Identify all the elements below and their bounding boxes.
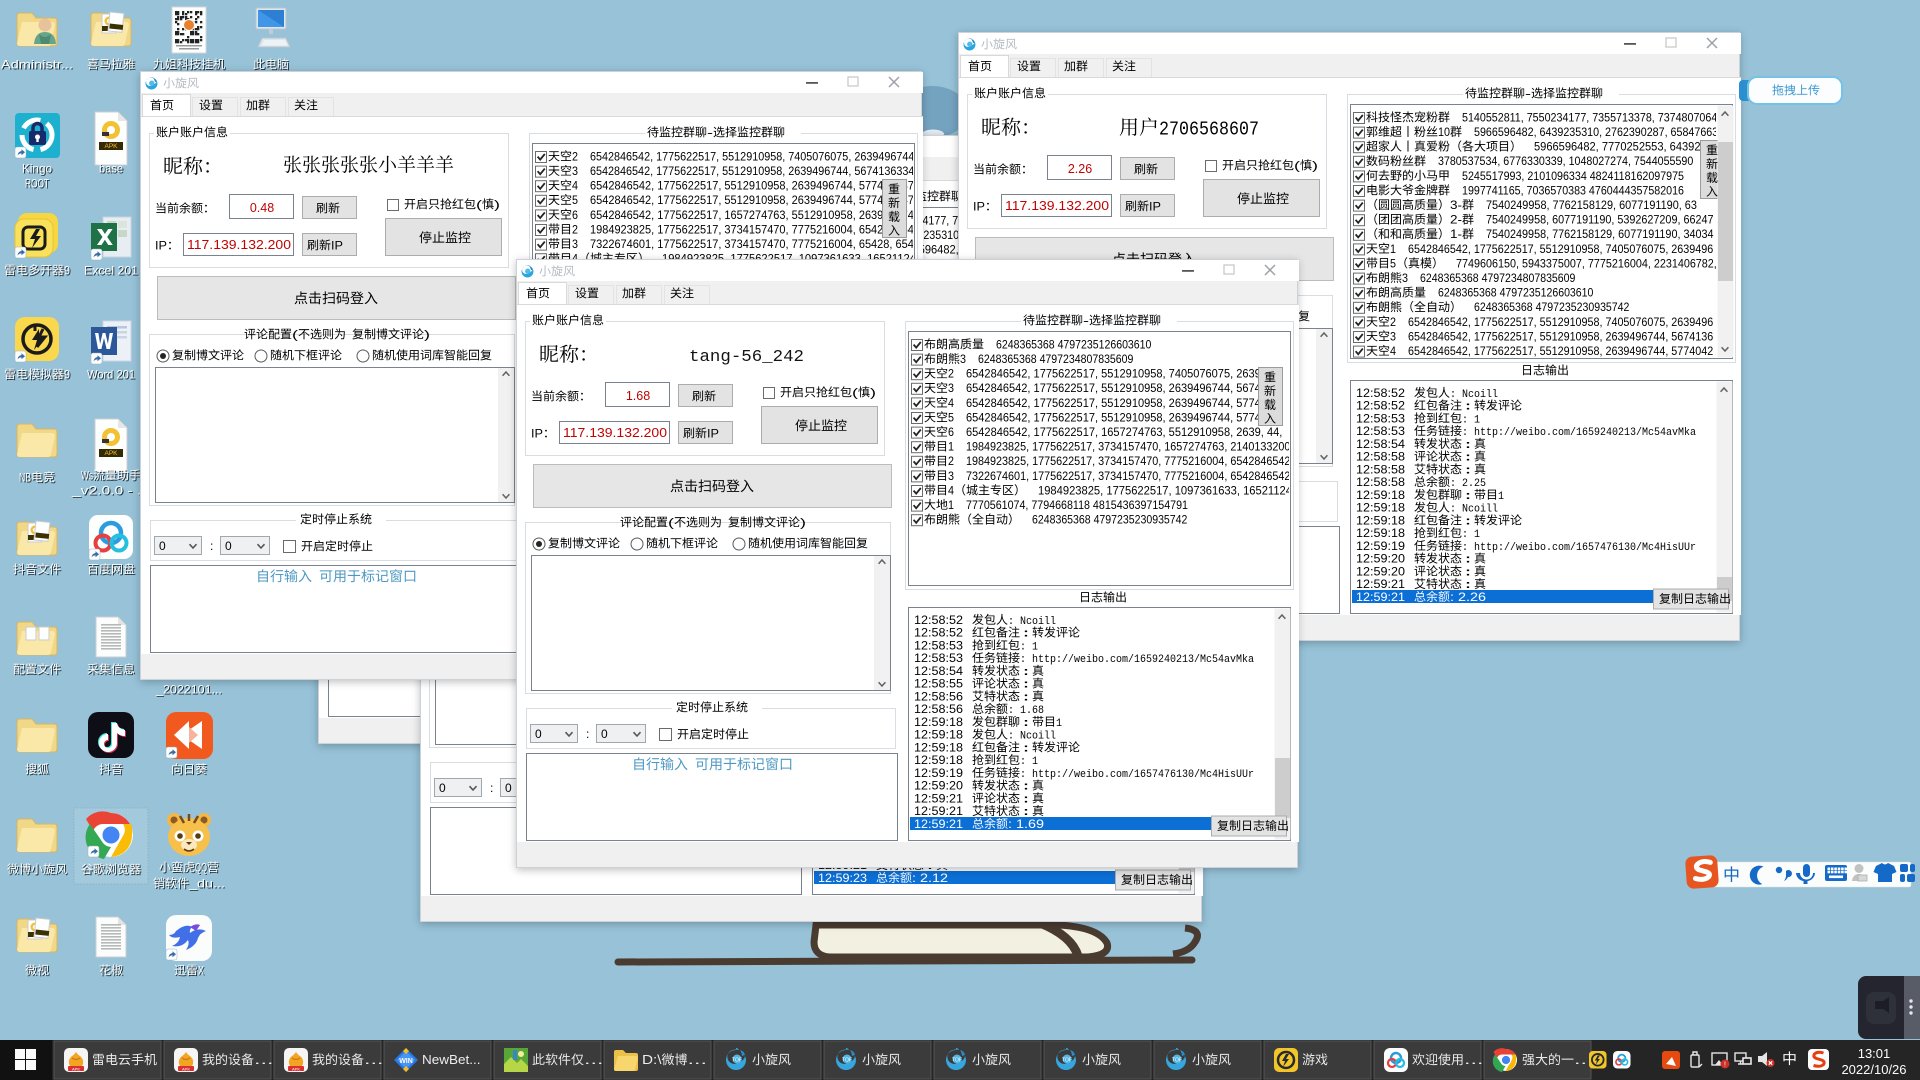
svg-text:APK: APK [182,1067,190,1072]
svg-text:...: ... [364,1052,384,1067]
svg-text:TOF: TOF [1172,1058,1182,1064]
svg-text:APK: APK [72,1067,80,1072]
svg-text:13:01: 13:01 [1858,1046,1891,1061]
svg-text:!: ! [1724,1062,1726,1069]
svg-text:TOF: TOF [1062,1058,1072,1064]
svg-text:NewBet...: NewBet... [422,1052,481,1067]
svg-text:TOF: TOF [842,1058,852,1064]
svg-text:...: ... [584,1052,604,1067]
svg-text:...: ... [254,1052,274,1067]
svg-text:...: ... [688,1052,708,1067]
svg-text:D:\: D:\ [642,1052,662,1067]
svg-text:APK: APK [292,1067,300,1072]
svg-text:2022/10/26: 2022/10/26 [1841,1062,1906,1077]
svg-text:TOF: TOF [952,1058,962,1064]
svg-text:...: ... [1464,1052,1484,1067]
svg-text:TOF: TOF [732,1058,742,1064]
svg-text:WIN: WIN [399,1058,413,1065]
